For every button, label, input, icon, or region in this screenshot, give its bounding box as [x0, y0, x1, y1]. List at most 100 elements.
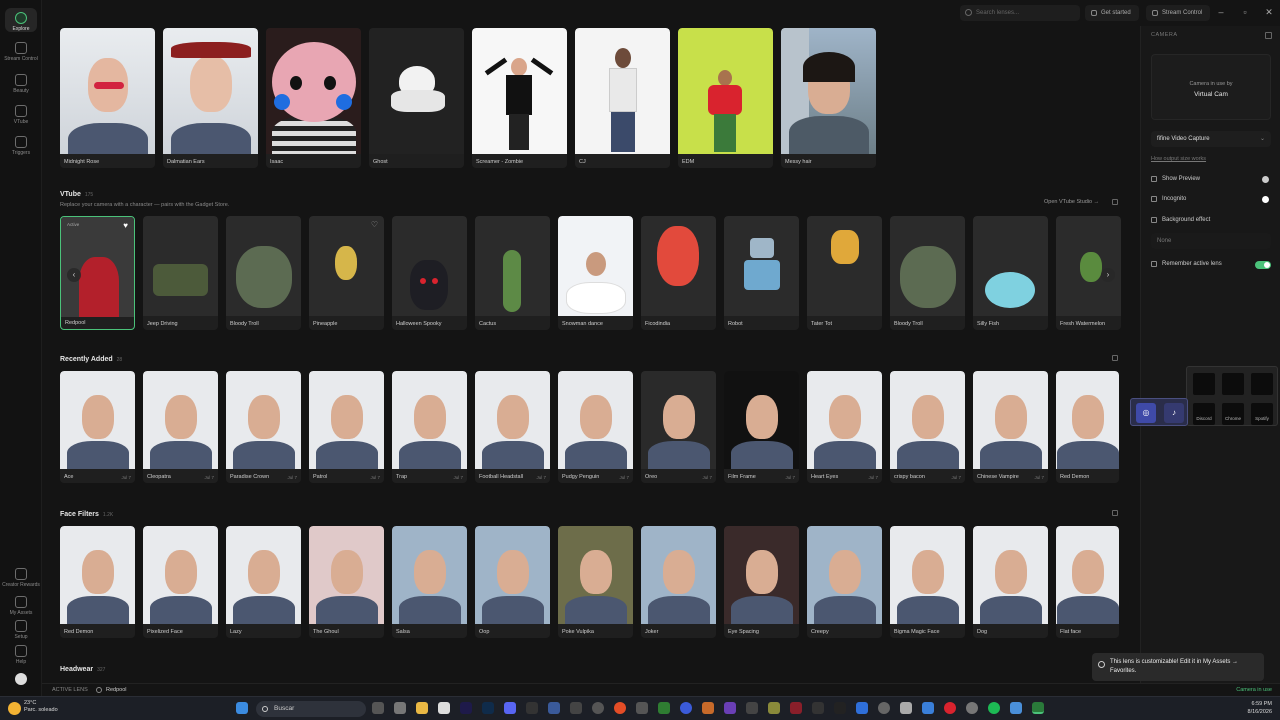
system-clock[interactable]: 6:59 PM 8/16/2026 — [1248, 700, 1272, 716]
carousel-right-arrow[interactable]: › — [1101, 268, 1115, 282]
lens-card[interactable]: Chinese Vampire Jul 7 — [973, 371, 1048, 483]
app-icon[interactable] — [812, 702, 824, 714]
heart-outline-icon[interactable]: ♡ — [371, 220, 378, 229]
rail-item-setup[interactable]: Setup — [0, 620, 42, 640]
avatar[interactable] — [15, 673, 27, 685]
lens-card[interactable]: Messy hair — [781, 28, 876, 168]
lens-card[interactable]: crispy bacon Jul 7 — [890, 371, 965, 483]
lens-card[interactable]: Flat face — [1056, 526, 1119, 638]
lens-card[interactable]: Creepy — [807, 526, 882, 638]
lens-card[interactable]: Midnight Rose — [60, 28, 155, 168]
grid-view-icon[interactable] — [1112, 199, 1118, 205]
app-icon[interactable] — [790, 702, 802, 714]
heart-icon[interactable]: ♥ — [123, 221, 128, 230]
chrome-tile[interactable]: Chrome — [1222, 403, 1244, 425]
lens-card[interactable]: Pixelized Face — [143, 526, 218, 638]
lens-card[interactable]: Cleopatra Jul 7 — [143, 371, 218, 483]
background-effect-select[interactable]: None — [1151, 233, 1271, 249]
chrome-icon[interactable] — [614, 702, 626, 714]
vtube-card[interactable]: Cactus — [475, 216, 550, 330]
notepad-icon[interactable] — [438, 702, 450, 714]
show-preview-toggle[interactable] — [1262, 176, 1269, 183]
spotify-icon[interactable] — [988, 702, 1000, 714]
app-icon[interactable] — [1010, 702, 1022, 714]
lens-card[interactable]: EDM — [678, 28, 773, 168]
remember-lens-row[interactable]: Remember active lens — [1151, 258, 1271, 270]
app-icon[interactable] — [944, 702, 956, 714]
show-preview-row[interactable]: Show Preview — [1151, 173, 1271, 185]
vtube-card[interactable]: Ficodindia — [641, 216, 716, 330]
vtube-card[interactable]: Bloody Troll — [890, 216, 965, 330]
camera-device-select[interactable]: fifine Video Capture ⌄ — [1151, 131, 1271, 147]
vtube-card[interactable]: Tater Tot — [807, 216, 882, 330]
maximize-icon[interactable]: ▫ — [1238, 6, 1252, 18]
lens-card[interactable]: Oop — [475, 526, 550, 638]
incognito-toggle[interactable] — [1262, 196, 1269, 203]
app-icon[interactable] — [724, 702, 736, 714]
app-icon[interactable] — [922, 702, 934, 714]
app-icon[interactable] — [834, 702, 846, 714]
stream-control-button[interactable]: Stream Control — [1146, 5, 1211, 21]
app-icon[interactable] — [856, 702, 868, 714]
lens-card[interactable]: Red Demon — [60, 526, 135, 638]
rail-item-beauty[interactable]: Beauty — [0, 74, 42, 94]
weather-widget[interactable]: 23°C Parc. soleado — [24, 700, 58, 714]
taskbar-search[interactable]: Buscar — [256, 701, 366, 717]
vtube-card[interactable]: Silly Fish — [973, 216, 1048, 330]
app-icon[interactable] — [900, 702, 912, 714]
rail-item-triggers[interactable]: Triggers — [0, 136, 42, 156]
vtube-card[interactable]: Halloween Spooky — [392, 216, 467, 330]
lens-card[interactable]: Dalmatian Ears — [163, 28, 258, 168]
lens-card[interactable]: Bigma Magic Face — [890, 526, 965, 638]
lens-card[interactable]: Patrol Jul 7 — [309, 371, 384, 483]
app-icon[interactable] — [680, 702, 692, 714]
overlay-tile[interactable] — [1251, 373, 1273, 395]
vtube-card[interactable]: Robot — [724, 216, 799, 330]
rail-item-help[interactable]: Help — [0, 645, 42, 665]
lens-card[interactable]: Pudgy Penguin Jul 7 — [558, 371, 633, 483]
carousel-left-arrow[interactable]: ‹ — [67, 268, 81, 282]
app-icon[interactable] — [570, 702, 582, 714]
lens-card[interactable]: Heart Eyes Jul 7 — [807, 371, 882, 483]
rail-item-stream-control[interactable]: Stream Control — [0, 42, 42, 62]
app-icon[interactable] — [394, 702, 406, 714]
customizable-toast[interactable]: This lens is customizable! Edit it in My… — [1092, 653, 1264, 681]
discord-tile[interactable]: Discord — [1193, 403, 1215, 425]
rail-item-my-assets[interactable]: My Assets — [0, 596, 42, 616]
lens-card[interactable]: Trap Jul 7 — [392, 371, 467, 483]
collapse-panel-icon[interactable] — [1265, 32, 1272, 39]
task-view-icon[interactable] — [372, 702, 384, 714]
close-icon[interactable]: ✕ — [1262, 6, 1276, 18]
vtube-card[interactable]: Bloody Troll — [226, 216, 301, 330]
lens-card[interactable]: Joker — [641, 526, 716, 638]
lens-card[interactable]: CJ — [575, 28, 670, 168]
settings-icon[interactable] — [966, 702, 978, 714]
active-lens-value[interactable]: Redpool — [106, 684, 127, 696]
app-icon[interactable] — [636, 702, 648, 714]
minimize-icon[interactable]: – — [1214, 6, 1228, 18]
app-icon[interactable] — [548, 702, 560, 714]
grid-view-icon[interactable] — [1112, 355, 1118, 361]
microphone-icon[interactable]: ♪ — [1164, 403, 1184, 423]
remember-lens-toggle[interactable] — [1255, 261, 1271, 269]
rail-item-explore[interactable]: Explore — [0, 12, 42, 32]
app-icon[interactable] — [592, 702, 604, 714]
lens-card[interactable]: Salsa — [392, 526, 467, 638]
lens-card[interactable]: Dog — [973, 526, 1048, 638]
premiere-icon[interactable] — [460, 702, 472, 714]
lens-card[interactable]: Film Frame Jul 7 — [724, 371, 799, 483]
app-icon[interactable] — [658, 702, 670, 714]
grid-view-icon[interactable] — [1112, 510, 1118, 516]
lens-card[interactable]: Lazy — [226, 526, 301, 638]
vtube-card[interactable]: Snowman dance — [558, 216, 633, 330]
app-icon[interactable] — [768, 702, 780, 714]
file-explorer-icon[interactable] — [416, 702, 428, 714]
lens-card[interactable]: Eye Spacing — [724, 526, 799, 638]
spotify-tile[interactable]: Spotify — [1251, 403, 1273, 425]
snap-camera-icon[interactable] — [1032, 702, 1044, 714]
lens-card[interactable]: Ghost — [369, 28, 464, 168]
lens-card[interactable]: Paradise Crown Jul 7 — [226, 371, 301, 483]
lens-card[interactable]: The Ghoul — [309, 526, 384, 638]
discord-icon[interactable] — [504, 702, 516, 714]
open-vtube-studio-link[interactable]: Open VTube Studio → — [1044, 199, 1099, 205]
